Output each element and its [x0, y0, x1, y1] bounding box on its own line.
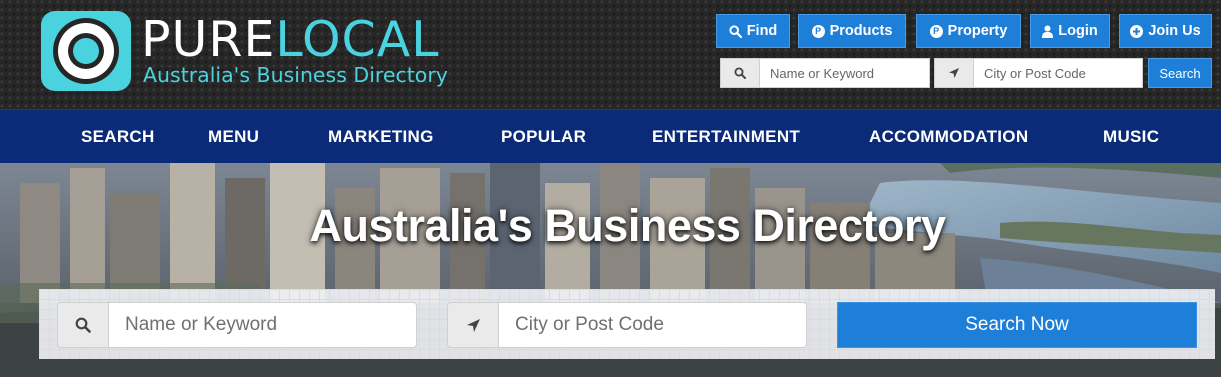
header-keyword-input[interactable]: [760, 58, 930, 88]
location-arrow-icon: [447, 302, 499, 348]
header-keyword-search: [720, 58, 930, 88]
nav-item-popular[interactable]: POPULAR: [501, 110, 586, 164]
nav-item-marketing[interactable]: MARKETING: [328, 110, 434, 164]
user-icon: [1042, 25, 1054, 38]
plus-circle-icon: [1130, 24, 1144, 38]
p-circle-icon: P: [929, 24, 943, 38]
hero-title: Australia's Business Directory: [309, 200, 946, 251]
site-header: PURELOCAL Australia's Business Directory…: [0, 0, 1221, 109]
nav-item-entertainment[interactable]: ENTERTAINMENT: [652, 110, 800, 164]
property-button[interactable]: P Property: [916, 14, 1021, 48]
p-circle-icon: P: [811, 24, 825, 38]
header-location-input[interactable]: [974, 58, 1143, 88]
nav-item-search[interactable]: SEARCH: [81, 110, 155, 164]
find-button[interactable]: Find: [716, 14, 790, 48]
nav-item-accommodation[interactable]: ACCOMMODATION: [869, 110, 1028, 164]
login-button[interactable]: Login: [1030, 14, 1110, 48]
products-button[interactable]: P Products: [798, 14, 906, 48]
header-location-search: [934, 58, 1143, 88]
header-search-button[interactable]: Search: [1148, 58, 1212, 88]
join-us-button-label: Join Us: [1148, 23, 1201, 39]
search-now-button[interactable]: Search Now: [837, 302, 1197, 348]
main-nav: SEARCH MENU MARKETING POPULAR ENTERTAINM…: [0, 109, 1221, 163]
login-button-label: Login: [1058, 23, 1098, 39]
logo-word-local: LOCAL: [275, 11, 440, 68]
hero-location-field: [447, 302, 807, 348]
nav-item-music[interactable]: MUSIC: [1103, 110, 1159, 164]
logo-tagline: Australia's Business Directory: [143, 63, 448, 87]
search-icon: [720, 58, 760, 88]
search-icon: [57, 302, 109, 348]
logo-wordmark[interactable]: PURELOCAL: [141, 12, 440, 68]
hero-banner: Australia's Business Directory Search No…: [0, 163, 1221, 377]
search-icon: [729, 24, 742, 38]
join-us-button[interactable]: Join Us: [1119, 14, 1212, 48]
logo-mark-icon[interactable]: [41, 11, 131, 91]
location-arrow-icon: [934, 58, 974, 88]
logo-word-pure: PURE: [141, 11, 276, 68]
nav-item-menu[interactable]: MENU: [208, 110, 259, 164]
hero-location-input[interactable]: [499, 302, 807, 348]
property-button-label: Property: [947, 23, 1008, 39]
hero-keyword-field: [57, 302, 417, 348]
products-button-label: Products: [829, 23, 893, 39]
find-button-label: Find: [746, 23, 778, 39]
hero-search-panel: Search Now: [39, 289, 1215, 359]
hero-keyword-input[interactable]: [109, 302, 417, 348]
